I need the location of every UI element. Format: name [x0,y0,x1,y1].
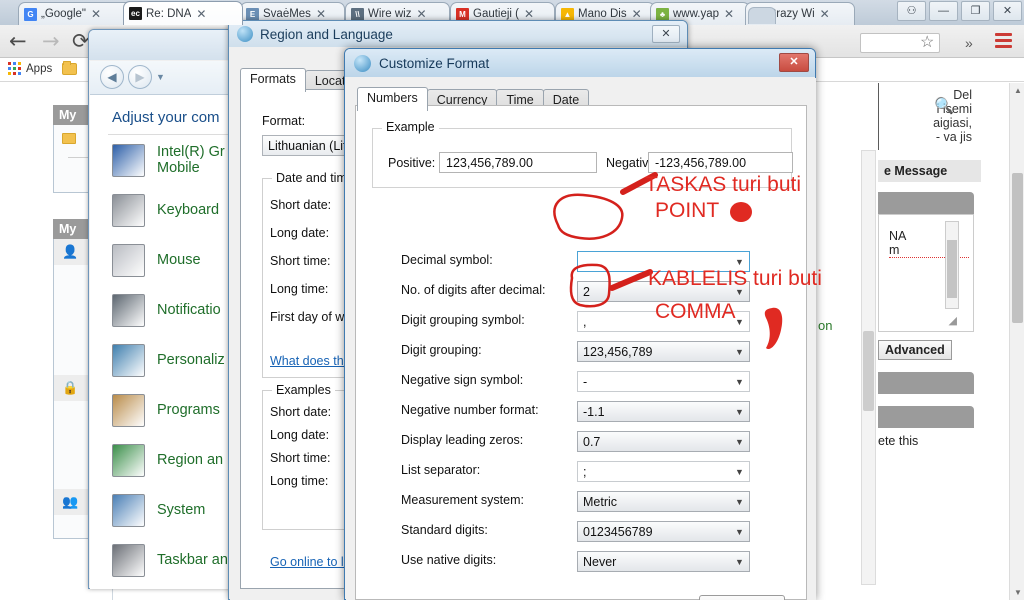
tab-close-icon[interactable]: ✕ [196,8,206,20]
browser-tab-1[interactable]: ec Re: DNA ✕ [123,1,243,25]
arrow-to-grouping-symbol [609,269,653,291]
arrow-to-decimal-symbol [620,172,658,195]
circle-around-grouping-symbol [569,263,611,308]
ecf-icon: ec [129,7,142,20]
annotation-ink-layer [553,172,783,350]
dot-glyph [730,202,752,222]
circle-around-decimal-symbol [553,193,624,240]
screenshot-root: G „Google" ✕ ec Re: DNA ✕ E SvaėMes ✕ \\ Wire wiz ✕… [0,0,1024,600]
tab-formats[interactable]: Formats [240,68,306,92]
tab-label: Re: DNA [146,7,192,20]
tab-numbers[interactable]: Numbers [357,87,428,111]
comma-glyph [764,307,783,350]
search-icon[interactable]: 🔍 [934,96,954,116]
